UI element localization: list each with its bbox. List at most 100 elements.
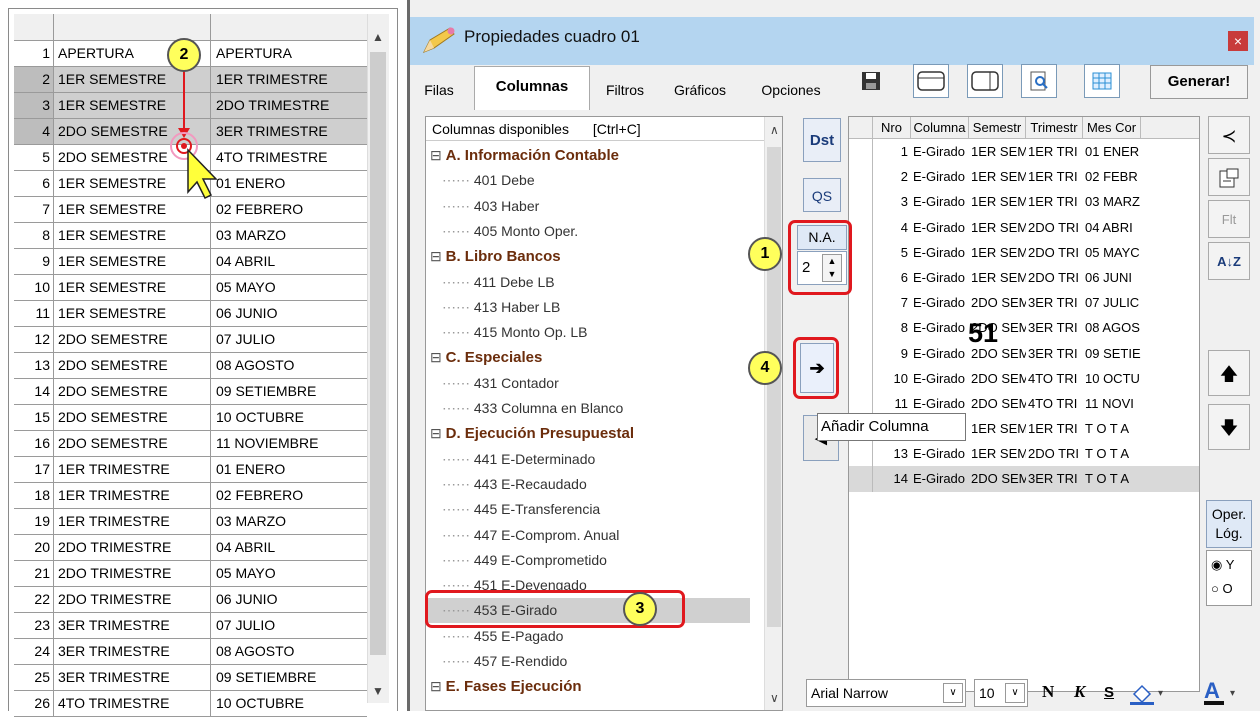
grid-cell[interactable]: 1ER TRI [1026, 164, 1083, 189]
tree-group[interactable]: ⊟ B. Libro Bancos [430, 244, 561, 269]
cell-periodo[interactable]: 3ER TRIMESTRE [211, 119, 367, 144]
cell-semestre[interactable]: 2DO SEMESTRE [54, 327, 211, 352]
tree-leaf[interactable]: ⋯⋯ 433 Columna en Blanco [442, 396, 623, 421]
grid-row[interactable]: 8 E-Girado 2DO SEM 3ER TRI 08 AGOS [849, 315, 1199, 341]
preview-icon[interactable] [1021, 64, 1057, 98]
tree-leaf[interactable]: ⋯⋯ 447 E-Comprom. Anual [442, 523, 619, 548]
grid-cell[interactable]: 09 SETIE [1083, 341, 1141, 366]
grid-cell[interactable]: 1ER SEM [969, 215, 1026, 240]
grid-cell[interactable]: 3ER TRI [1026, 466, 1083, 491]
tree-group[interactable]: ⊟ A. Información Contable [430, 143, 619, 168]
grid-row-header[interactable] [849, 315, 873, 341]
sheet-row[interactable]: 20 2DO TRIMESTRE 04 ABRIL [14, 535, 367, 561]
italic-button[interactable]: K [1074, 682, 1085, 702]
grid-cell[interactable]: 10 [873, 366, 911, 391]
radio-o[interactable]: ○ O [1211, 581, 1233, 596]
layout-columns-icon[interactable] [967, 64, 1003, 98]
grid-cell[interactable]: 1 [873, 139, 911, 164]
grid-cell[interactable]: E-Girado [911, 164, 969, 189]
cell-semestre[interactable]: 1ER TRIMESTRE [54, 457, 211, 482]
dst-button[interactable]: Dst [803, 118, 841, 162]
grid-cell[interactable]: T O T A [1083, 441, 1141, 466]
grid-cell[interactable]: 2 [873, 164, 911, 189]
grid-cell[interactable]: 2DO SEM [969, 391, 1026, 416]
sheet-row[interactable]: 18 1ER TRIMESTRE 02 FEBRERO [14, 483, 367, 509]
tree-leaf[interactable]: ⋯⋯ 411 Debe LB [442, 270, 555, 295]
cell-periodo[interactable]: 04 ABRIL [211, 249, 367, 274]
collapse-icon[interactable]: ⊟ [430, 147, 446, 163]
tree-scroll-down-icon[interactable]: ∨ [770, 691, 779, 705]
grid-row-header[interactable] [849, 214, 873, 240]
cell-semestre[interactable]: 1ER SEMESTRE [54, 301, 211, 326]
grid-cell[interactable]: 9 [873, 341, 911, 366]
move-up-button[interactable]: 🡅 [1208, 350, 1250, 396]
sheet-row[interactable]: 19 1ER TRIMESTRE 03 MARZO [14, 509, 367, 535]
grid-cell[interactable]: E-Girado [911, 240, 969, 265]
grid-row-header[interactable] [849, 290, 873, 316]
cell-semestre[interactable]: 1ER TRIMESTRE [54, 483, 211, 508]
grid-cell[interactable]: T O T A [1083, 466, 1141, 491]
cell-semestre[interactable]: 3ER TRIMESTRE [54, 639, 211, 664]
grid-row[interactable]: 3 E-Girado 1ER SEM 1ER TRI 03 MARZ [849, 189, 1199, 215]
qs-button[interactable]: QS [803, 178, 841, 212]
cell-periodo[interactable]: 02 FEBRERO [211, 483, 367, 508]
tree-leaf[interactable]: ⋯⋯ 415 Monto Op. LB [442, 320, 588, 345]
cell-semestre[interactable]: 2DO TRIMESTRE [54, 535, 211, 560]
grid-row[interactable]: 6 E-Girado 1ER SEM 2DO TRI 06 JUNI [849, 264, 1199, 291]
grid-header-cell[interactable]: Mes Cor [1083, 117, 1141, 138]
grid-cell[interactable]: E-Girado [911, 265, 969, 290]
properties-icon[interactable] [1208, 158, 1250, 196]
grid-cell[interactable]: E-Girado [911, 189, 969, 214]
sheet-row[interactable]: 25 3ER TRIMESTRE 09 SETIEMBRE [14, 665, 367, 691]
cell-semestre[interactable]: 2DO SEMESTRE [54, 379, 211, 404]
cell-semestre[interactable]: 2DO TRIMESTRE [54, 587, 211, 612]
grid-row[interactable]: 2 E-Girado 1ER SEM 1ER TRI 02 FEBR [849, 164, 1199, 190]
grid-cell[interactable]: 3ER TRI [1026, 290, 1083, 315]
sheet-row[interactable]: 9 1ER SEMESTRE 04 ABRIL [14, 249, 367, 275]
sheet-row[interactable]: 15 2DO SEMESTRE 10 OCTUBRE [14, 405, 367, 431]
grid-row-header[interactable] [849, 164, 873, 190]
tab-filtros[interactable]: Filtros [592, 72, 658, 108]
collapse-icon[interactable]: ⊟ [430, 248, 446, 264]
tree-scroll-up-icon[interactable]: ∧ [770, 123, 779, 137]
cell-semestre[interactable]: 1ER TRIMESTRE [54, 509, 211, 534]
grid-cell[interactable]: 11 NOVI [1083, 391, 1141, 416]
grid-cell[interactable]: 3ER TRI [1026, 315, 1083, 340]
font-color-icon[interactable]: A ▾ [1202, 678, 1242, 709]
grid-cell[interactable]: 1ER TRI [1026, 139, 1083, 164]
grid-cell[interactable]: T O T A [1083, 416, 1141, 441]
grid-cell[interactable]: 2DO TRI [1026, 240, 1083, 265]
sheet-row[interactable]: 16 2DO SEMESTRE 11 NOVIEMBRE [14, 431, 367, 457]
cell-periodo[interactable]: 01 ENERO [211, 457, 367, 482]
sheet-row[interactable]: 14 2DO SEMESTRE 09 SETIEMBRE [14, 379, 367, 405]
tree-group[interactable]: ⊟ C. Especiales [430, 345, 542, 370]
cell-periodo[interactable]: APERTURA [211, 41, 367, 66]
grid-cell[interactable]: 1ER SEM [969, 139, 1026, 164]
sheet-row[interactable]: 21 2DO TRIMESTRE 05 MAYO [14, 561, 367, 587]
cell-semestre[interactable]: 3ER TRIMESTRE [54, 665, 211, 690]
grid-cell[interactable]: 08 AGOS [1083, 315, 1141, 340]
spreadsheet-scroll-thumb[interactable] [370, 52, 386, 655]
collapse-button[interactable]: ≺ [1208, 116, 1250, 154]
sheet-row[interactable]: 10 1ER SEMESTRE 05 MAYO [14, 275, 367, 301]
close-button[interactable]: × [1228, 31, 1248, 51]
grid-cell[interactable]: 07 JULIC [1083, 290, 1141, 315]
cell-periodo[interactable]: 06 JUNIO [211, 587, 367, 612]
cell-periodo[interactable]: 03 MARZO [211, 509, 367, 534]
cell-periodo[interactable]: 4TO TRIMESTRE [211, 145, 367, 170]
grid-cell[interactable]: 4TO TRI [1026, 366, 1083, 391]
grid-row-header[interactable] [849, 466, 873, 492]
grid-cell[interactable]: 5 [873, 240, 911, 265]
sheet-row[interactable]: 13 2DO SEMESTRE 08 AGOSTO [14, 353, 367, 379]
collapse-icon[interactable]: ⊟ [430, 425, 446, 441]
cell-periodo[interactable]: 07 JULIO [211, 327, 367, 352]
cell-periodo[interactable]: 08 AGOSTO [211, 639, 367, 664]
sheet-row[interactable]: 12 2DO SEMESTRE 07 JULIO [14, 327, 367, 353]
radio-y[interactable]: ◉ Y [1211, 557, 1234, 573]
grid-cell[interactable]: E-Girado [911, 290, 969, 315]
grid-cell[interactable]: 3ER TRI [1026, 341, 1083, 366]
cell-periodo[interactable]: 2DO TRIMESTRE [211, 93, 367, 118]
collapse-icon[interactable]: ⊟ [430, 678, 446, 694]
grid-cell[interactable]: 2DO SEM [969, 290, 1026, 315]
grid-header-cell[interactable]: Nro [873, 117, 911, 138]
